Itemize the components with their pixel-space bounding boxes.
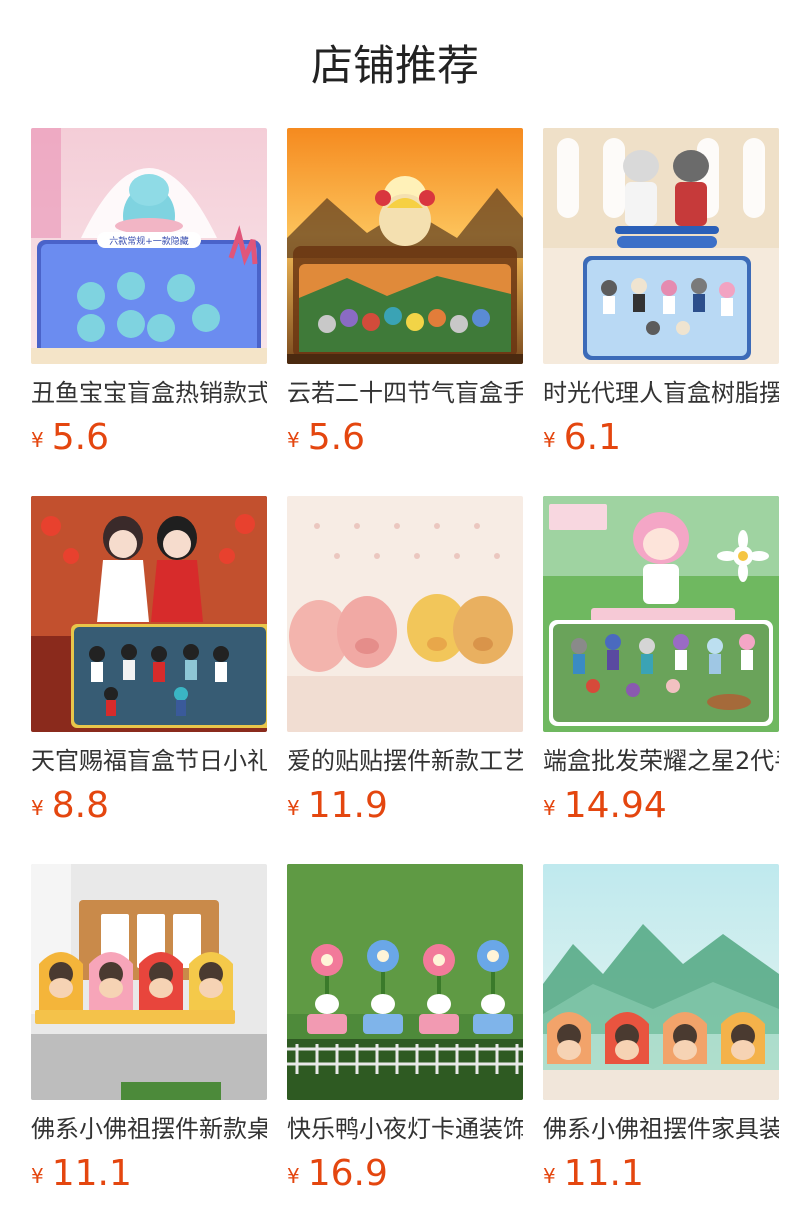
product-card[interactable]: 六款常规+一款隐藏 丑鱼宝宝盲盒热销款式 ¥5.6 [31, 128, 267, 464]
currency-symbol: ¥ [543, 428, 556, 452]
price-amount: 5.6 [51, 417, 109, 458]
product-price: ¥11.1 [31, 1152, 132, 1196]
product-image[interactable] [31, 864, 267, 1100]
product-name[interactable]: 云若二十四节气盲盒手办 [287, 376, 523, 410]
product-name[interactable]: 丑鱼宝宝盲盒热销款式 [31, 376, 267, 410]
currency-symbol: ¥ [31, 428, 44, 452]
price-amount: 11.1 [563, 1153, 644, 1194]
product-card[interactable]: 佛系小佛祖摆件新款桌面 ¥11.1 [31, 864, 267, 1200]
product-price: ¥11.1 [543, 1152, 644, 1196]
product-name[interactable]: 爱的贴贴摆件新款工艺品 [287, 744, 523, 778]
product-image[interactable] [287, 496, 523, 732]
product-image[interactable] [31, 496, 267, 732]
price-amount: 14.94 [563, 785, 667, 826]
price-amount: 6.1 [563, 417, 621, 458]
product-price: ¥6.1 [543, 416, 621, 460]
currency-symbol: ¥ [31, 796, 44, 820]
product-image[interactable] [543, 128, 779, 364]
product-name[interactable]: 时光代理人盲盒树脂摆件 [543, 376, 779, 410]
currency-symbol: ¥ [287, 428, 300, 452]
price-amount: 8.8 [51, 785, 109, 826]
product-name[interactable]: 佛系小佛祖摆件家具装饰 [543, 1112, 779, 1146]
currency-symbol: ¥ [31, 1164, 44, 1188]
price-amount: 11.9 [307, 785, 388, 826]
product-image[interactable]: 六款常规+一款隐藏 [31, 128, 267, 364]
product-image[interactable] [543, 496, 779, 732]
price-amount: 11.1 [51, 1153, 132, 1194]
product-card[interactable]: 端盒批发荣耀之星2代手办 ¥14.94 [543, 496, 779, 832]
currency-symbol: ¥ [287, 1164, 300, 1188]
product-price: ¥5.6 [31, 416, 109, 460]
currency-symbol: ¥ [543, 796, 556, 820]
product-price: ¥11.9 [287, 784, 388, 828]
product-name[interactable]: 佛系小佛祖摆件新款桌面 [31, 1112, 267, 1146]
product-name[interactable]: 端盒批发荣耀之星2代手办 [543, 744, 779, 778]
product-price: ¥5.6 [287, 416, 365, 460]
product-grid: 六款常规+一款隐藏 丑鱼宝宝盲盒热销款式 ¥5.6 云若二十四节气盲盒手 ¥ 5… [0, 0, 790, 1232]
product-image[interactable] [543, 864, 779, 1100]
product-card[interactable]: 云若二十四节气盲盒手办 ¥5.6 [287, 128, 523, 464]
product-card[interactable]: 爱的贴贴摆件新款工艺品 ¥11.9 [287, 496, 523, 832]
product-card[interactable]: 天官赐福盲盒节日小礼物 ¥8.8 [31, 496, 267, 832]
product-name[interactable]: 天官赐福盲盒节日小礼物 [31, 744, 267, 778]
product-name[interactable]: 快乐鸭小夜灯卡通装饰品 [287, 1112, 523, 1146]
product-price: ¥14.94 [543, 784, 667, 828]
currency-symbol: ¥ [287, 796, 300, 820]
price-amount: 5.6 [307, 417, 365, 458]
product-card[interactable]: 快乐鸭小夜灯卡通装饰品 ¥16.9 [287, 864, 523, 1200]
product-card[interactable]: 佛系小佛祖摆件家具装饰 ¥11.1 [543, 864, 779, 1200]
price-amount: 16.9 [307, 1153, 388, 1194]
image-caption: 六款常规+一款隐藏 [109, 235, 189, 247]
product-price: ¥8.8 [31, 784, 109, 828]
currency-symbol: ¥ [543, 1164, 556, 1188]
product-card[interactable]: 时光代理人盲盒树脂摆件 ¥6.1 [543, 128, 779, 464]
product-image[interactable] [287, 864, 523, 1100]
product-price: ¥16.9 [287, 1152, 388, 1196]
product-image[interactable] [287, 128, 523, 364]
